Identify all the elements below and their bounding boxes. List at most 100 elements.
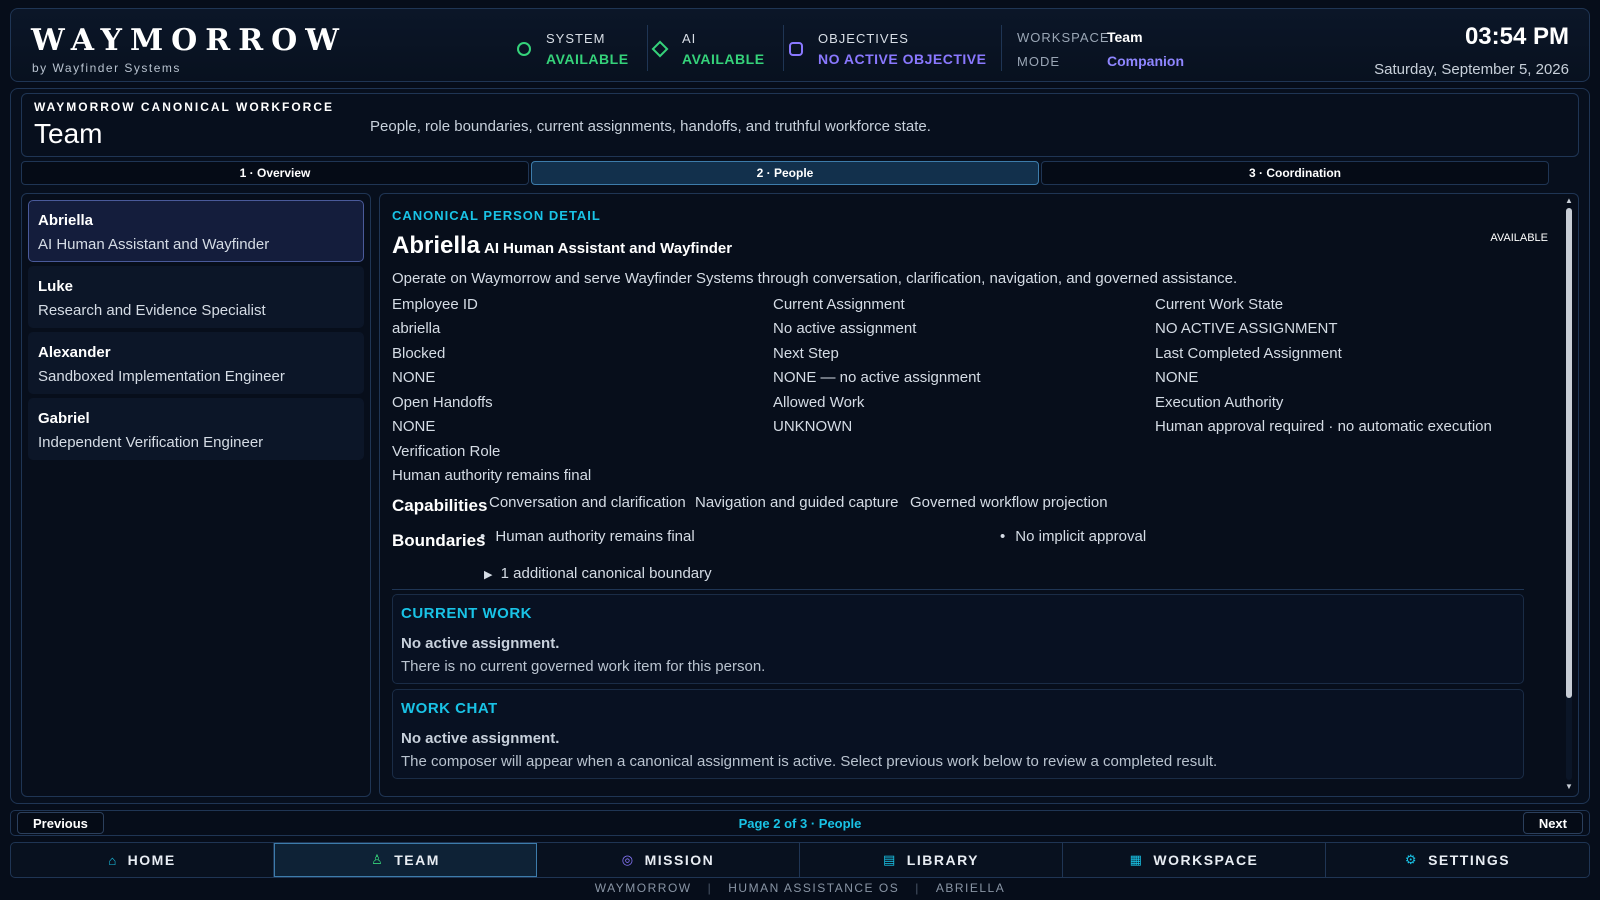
- library-icon: ▤: [883, 852, 897, 867]
- pager: Page 2 of 3 · People Previous Next: [10, 810, 1590, 836]
- square-status-icon: [789, 42, 803, 56]
- person-role: Sandboxed Implementation Engineer: [38, 368, 285, 385]
- page-indicator: Page 2 of 3 · People: [738, 816, 862, 831]
- field-label: Employee ID: [392, 296, 478, 313]
- person-name: Abriella: [38, 212, 94, 229]
- person-card-abriella[interactable]: Abriella AI Human Assistant and Wayfinde…: [28, 200, 364, 262]
- scroll-up-icon[interactable]: ▲: [1564, 196, 1574, 206]
- field-value: No active assignment: [773, 320, 917, 337]
- nav-home[interactable]: ⌂ HOME: [11, 843, 274, 877]
- field-value: NONE — no active assignment: [773, 369, 981, 386]
- footer-separator: |: [707, 881, 713, 895]
- boundaries-expander[interactable]: ▶ 1 additional canonical boundary: [484, 565, 712, 582]
- objectives-status: OBJECTIVES NO ACTIVE OBJECTIVE: [789, 29, 989, 69]
- nav-label: HOME: [127, 852, 176, 868]
- mode-label: MODE: [1017, 54, 1060, 69]
- tab-people[interactable]: 2 · People: [531, 161, 1039, 185]
- field-value: Human authority remains final: [392, 467, 592, 484]
- current-work-title: CURRENT WORK: [401, 605, 532, 622]
- detail-person-name: Abriella: [392, 232, 481, 259]
- diamond-status-icon: [651, 40, 669, 58]
- page-title: Team: [34, 118, 103, 149]
- field-value: NO ACTIVE ASSIGNMENT: [1155, 320, 1338, 337]
- field-value: NONE: [1155, 369, 1199, 386]
- field-next-step: Next Step NONE — no active assignment: [773, 345, 1143, 386]
- disclosure-triangle-icon: ▶: [484, 569, 493, 581]
- divider: [647, 25, 648, 71]
- work-chat-card: WORK CHAT No active assignment. The comp…: [392, 689, 1524, 779]
- detail-description: Operate on Waymorrow and serve Wayfinder…: [392, 270, 1238, 287]
- field-current-assignment: Current Assignment No active assignment: [773, 296, 1143, 337]
- system-status-label: SYSTEM: [546, 31, 606, 46]
- scroll-thumb[interactable]: [1566, 208, 1572, 698]
- field-execution-authority: Execution Authority Human approval requi…: [1155, 394, 1555, 435]
- boundary-item: • No implicit approval: [1000, 528, 1146, 545]
- field-label: Open Handoffs: [392, 394, 493, 411]
- field-label: Last Completed Assignment: [1155, 345, 1342, 362]
- person-card-alexander[interactable]: Alexander Sandboxed Implementation Engin…: [28, 332, 364, 394]
- tab-overview[interactable]: 1 · Overview: [21, 161, 529, 185]
- person-card-luke[interactable]: Luke Research and Evidence Specialist: [28, 266, 364, 328]
- field-verification-role: Verification Role Human authority remain…: [392, 443, 762, 484]
- person-name: Alexander: [38, 344, 111, 361]
- boundaries-more-text: 1 additional canonical boundary: [500, 565, 712, 582]
- capabilities-label: Capabilities: [392, 496, 488, 515]
- clock-date: Saturday, September 5, 2026: [1374, 61, 1569, 78]
- boundary-text: Human authority remains final: [495, 528, 695, 545]
- grid-icon: ▦: [1129, 852, 1144, 867]
- field-value: NONE: [392, 369, 436, 386]
- current-work-text: There is no current governed work item f…: [401, 658, 766, 675]
- field-last-completed: Last Completed Assignment NONE: [1155, 345, 1555, 386]
- bullet-icon: •: [480, 528, 490, 545]
- footer-user: ABRIELLA: [935, 881, 1006, 895]
- person-name: Gabriel: [38, 410, 90, 427]
- tab-coordination[interactable]: 3 · Coordination: [1041, 161, 1549, 185]
- hero-kicker: WAYMORROW CANONICAL WORKFORCE: [34, 100, 334, 114]
- work-chat-text: The composer will appear when a canonica…: [401, 753, 1218, 770]
- scroll-down-icon[interactable]: ▼: [1564, 782, 1574, 792]
- field-value: abriella: [392, 320, 441, 337]
- footer-brand: WAYMORROW: [594, 881, 692, 895]
- current-work-card: CURRENT WORK No active assignment. There…: [392, 594, 1524, 684]
- people-list: Abriella AI Human Assistant and Wayfinde…: [21, 193, 371, 797]
- field-blocked: Blocked NONE: [392, 345, 762, 386]
- capability-item: Governed workflow projection: [910, 494, 1108, 511]
- field-open-handoffs: Open Handoffs NONE: [392, 394, 762, 435]
- previous-button[interactable]: Previous: [17, 812, 104, 834]
- field-label: Blocked: [392, 345, 446, 362]
- nav-library[interactable]: ▤ LIBRARY: [800, 843, 1063, 877]
- main-frame: WAYMORROW CANONICAL WORKFORCE Team Peopl…: [10, 88, 1590, 804]
- brand-title: WAYMORROW: [31, 23, 347, 58]
- person-name: Luke: [38, 278, 74, 295]
- nav-team[interactable]: ♙ TEAM: [274, 843, 537, 877]
- next-button[interactable]: Next: [1522, 812, 1583, 834]
- detail-scrollbar[interactable]: ▲ ▼: [1564, 196, 1574, 792]
- nav-label: TEAM: [394, 852, 440, 868]
- person-card-gabriel[interactable]: Gabriel Independent Verification Enginee…: [28, 398, 364, 460]
- work-chat-title: WORK CHAT: [401, 700, 498, 717]
- home-icon: ⌂: [108, 852, 118, 868]
- field-allowed-work: Allowed Work UNKNOWN: [773, 394, 1143, 435]
- person-role: Independent Verification Engineer: [38, 434, 264, 451]
- brand-subtitle: by Wayfinder Systems: [32, 61, 181, 75]
- nav-label: MISSION: [644, 852, 715, 868]
- tab-bar: 1 · Overview 2 · People 3 · Coordination: [21, 161, 1579, 185]
- person-detail-panel: CANONICAL PERSON DETAIL Abriella AI Huma…: [379, 193, 1579, 797]
- field-value: NONE: [392, 418, 436, 435]
- workspace-value: Team: [1107, 29, 1143, 45]
- capability-item: Conversation and clarification: [489, 494, 686, 511]
- ai-status: AI AVAILABLE: [651, 29, 773, 69]
- nav-workspace[interactable]: ▦ WORKSPACE: [1063, 843, 1326, 877]
- page-hero: WAYMORROW CANONICAL WORKFORCE Team Peopl…: [21, 93, 1579, 157]
- nav-label: LIBRARY: [906, 852, 979, 868]
- nav-mission[interactable]: ◎ MISSION: [537, 843, 800, 877]
- nav-settings[interactable]: ⚙ SETTINGS: [1326, 843, 1589, 877]
- footer: WAYMORROW | HUMAN ASSISTANCE OS | ABRIELLA: [0, 881, 1600, 895]
- field-employee-id: Employee ID abriella: [392, 296, 762, 337]
- field-label: Execution Authority: [1155, 394, 1284, 411]
- field-value: Human approval required · no automatic e…: [1155, 418, 1492, 435]
- divider: [783, 25, 784, 71]
- boundary-item: • Human authority remains final: [480, 528, 695, 545]
- field-current-work-state: Current Work State NO ACTIVE ASSIGNMENT: [1155, 296, 1555, 337]
- field-label: Next Step: [773, 345, 839, 362]
